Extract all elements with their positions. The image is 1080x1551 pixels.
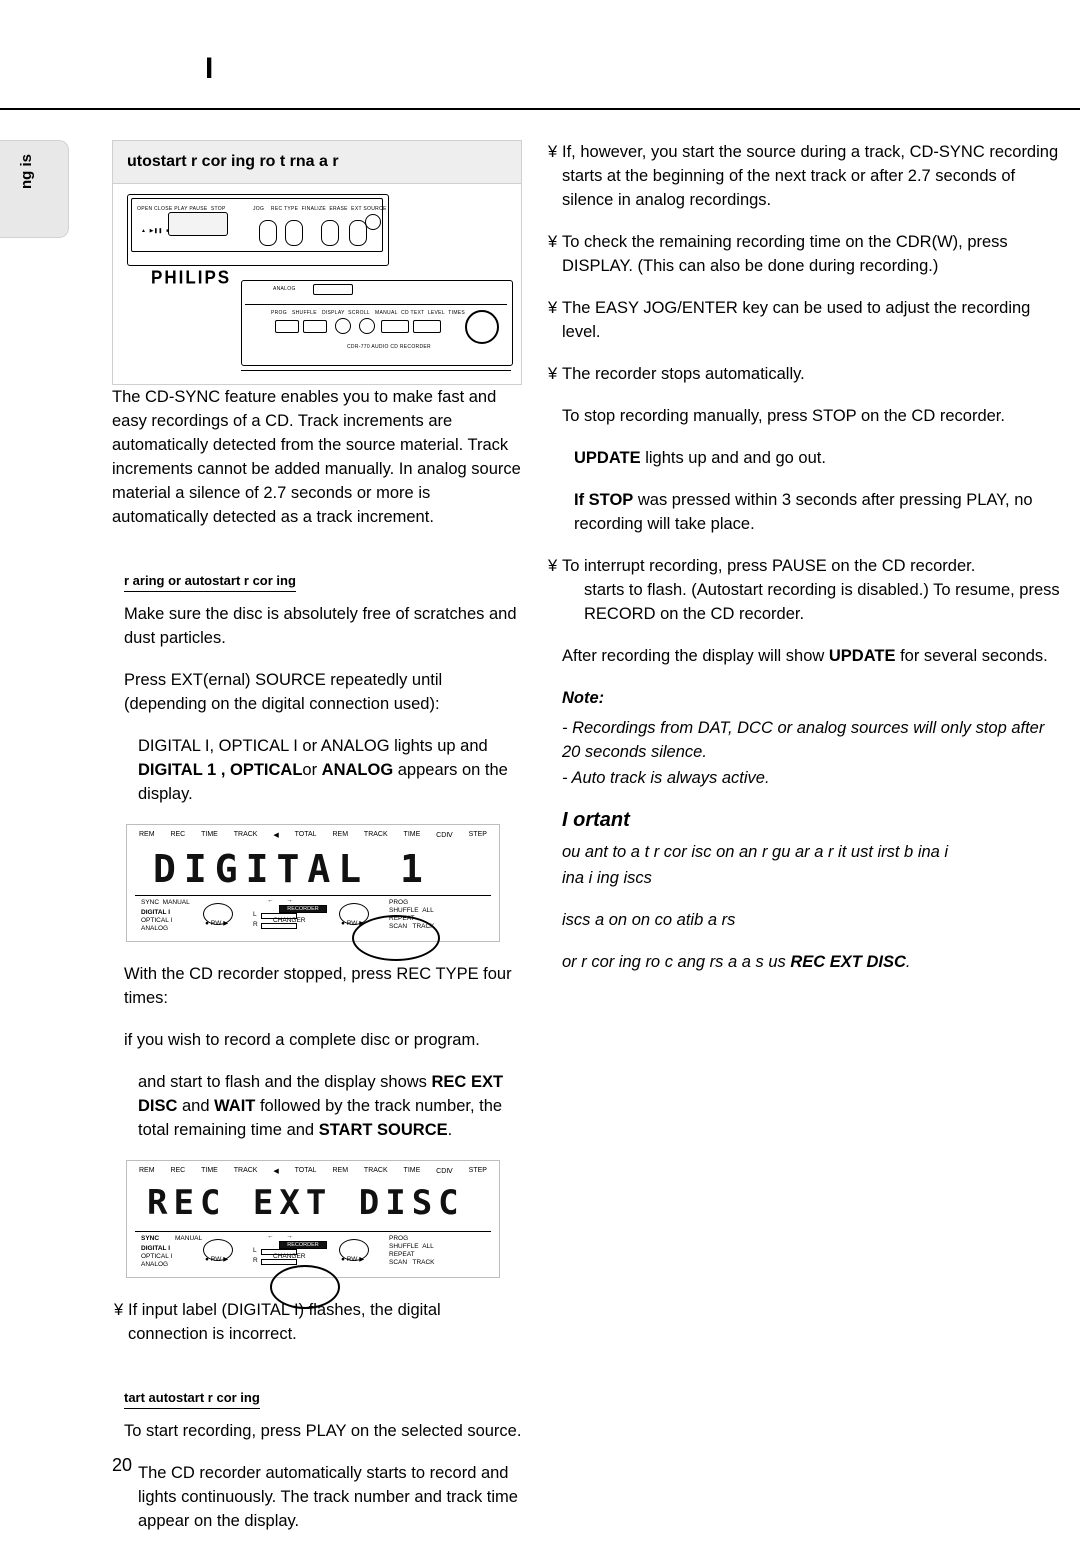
stop-recording-paragraph: To stop recording manually, press STOP o… <box>562 407 1005 425</box>
brand-logo: PHILIPS <box>151 267 232 288</box>
device-button-display <box>335 318 351 334</box>
prepare-paragraph-2: Press EXT(ernal) SOURCE repeatedly until… <box>124 671 443 713</box>
device-knob-1 <box>259 220 277 246</box>
annotation-ellipse-play <box>270 1265 340 1309</box>
stop-warning-paragraph: If STOP was pressed within 3 seconds aft… <box>574 488 1060 536</box>
device-knob-5 <box>365 214 381 230</box>
device-display-button <box>313 284 353 295</box>
important-line-2: ina i ing iscs <box>562 869 652 887</box>
manual-page: I ng is utostart r cor ing ro t rna a r … <box>0 0 1080 1530</box>
bullet-5-text-a: To interrupt recording, press PAUSE on t… <box>562 557 976 575</box>
bullet-3: The EASY JOG/ENTER key can be used to ad… <box>548 296 1060 344</box>
update-text-d: go out. <box>775 449 826 467</box>
important-line-4: or r cor ing ro c ang rs a a s us REC EX… <box>562 950 1060 974</box>
device-button-scroll <box>359 318 375 334</box>
bullet-5: To interrupt recording, press PAUSE on t… <box>548 554 1060 626</box>
stop-label: If STOP <box>574 491 634 509</box>
lcd1-divider <box>135 895 491 896</box>
prepare-paragraph-1: Make sure the disc is absolutely free of… <box>124 605 517 647</box>
device-disc-slot <box>168 212 228 236</box>
update-text-b: lights up and <box>640 449 739 467</box>
bullet-2: To check the remaining recording time on… <box>548 230 1060 278</box>
bullet-4: The recorder stops automatically. <box>548 362 1060 386</box>
update-text-c: and <box>743 449 771 467</box>
rec-p1: With the CD recorder stopped, press REC … <box>124 965 512 1007</box>
device-button-manual <box>381 320 409 333</box>
bullet-1: If, however, you start the source during… <box>548 140 1060 212</box>
rec-p3-b: start to flash and the display shows <box>170 1073 432 1091</box>
annotation-ellipse-rec-type <box>352 915 440 961</box>
note-1: - Recordings from DAT, DCC or analog sou… <box>562 719 1045 761</box>
important-heading: I ortant <box>562 809 630 831</box>
section-heading-autostart: utostart r cor ing ro t rna a r <box>112 140 522 184</box>
left-column: utostart r cor ing ro t rna a r OPEN CLO… <box>112 140 522 1551</box>
autostart-intro: The CD-SYNC feature enables you to make … <box>112 388 521 526</box>
rec-p3-h: START SOURCE <box>318 1121 448 1139</box>
prepare-paragraph-3: DIGITAL I, OPTICAL I or ANALOG lights up… <box>138 734 522 806</box>
subheading-start-autostart: tart autostart r cor ing <box>124 1390 260 1409</box>
side-tab-label: ng is <box>18 153 35 189</box>
device-button-shuffle <box>303 320 327 333</box>
rec-p3-e: and <box>177 1097 215 1115</box>
rec-type-paragraph: With the CD recorder stopped, press REC … <box>124 962 522 1010</box>
page-title: I <box>205 52 215 85</box>
stop-warning-text: was pressed within 3 seconds after press… <box>574 491 1033 533</box>
device-photo: OPEN CLOSE PLAY PAUSE STOP JOG REC TYPE … <box>112 184 522 385</box>
device-knob-2 <box>285 220 303 246</box>
rec-paragraph-2: if you wish to record a complete disc or… <box>124 1031 480 1049</box>
prepare-p3-a: DIGITAL I, OPTICAL I or ANALOG lights up… <box>138 737 488 755</box>
after-rec-b: UPDATE <box>828 647 896 665</box>
rec-p3-c: REC <box>431 1073 467 1091</box>
after-rec-a: After recording the display will show <box>562 647 829 665</box>
lcd2-divider <box>135 1231 491 1232</box>
lcd1-bottom: SYNC MANUAL DIGITAL I OPTICAL I ANALOG ●… <box>141 897 435 932</box>
device-button-prog <box>275 320 299 333</box>
device-button-cdtext <box>413 320 441 333</box>
start-paragraph-1: To start recording, press PLAY on the se… <box>124 1422 522 1440</box>
lcd-display-digital: REM REC TIME TRACK ◀ TOTAL REM TRACK TIME CDⅣ STEP… <box>126 824 500 942</box>
important-line-3: iscs a on on co atib a rs <box>562 911 736 929</box>
update-label: UPDATE <box>574 449 641 467</box>
important-line-4-c: . <box>905 953 911 971</box>
rec-p3-i: . <box>447 1121 453 1139</box>
subheading-preparing: r aring or autostart r cor ing <box>124 573 296 592</box>
lcd2-bottom: SYNC MANUAL DIGITAL I OPTICAL I ANALOG ●… <box>141 1233 435 1268</box>
lcd2-top-labels: REM REC TIME TRACK ◀ TOTAL REM TRACK TIME CDⅣ STEP <box>139 1167 487 1175</box>
lcd1-top-labels: REM REC TIME TRACK ◀ TOTAL REM TRACK TIME CDⅣ STEP <box>139 831 487 839</box>
prepare-p3-d: ANALOG <box>321 761 394 779</box>
prepare-p3-c: or <box>302 761 322 779</box>
start-paragraph-2: The CD recorder automatically starts to … <box>138 1464 518 1530</box>
header-divider <box>0 108 1080 110</box>
important-line-4-b: REC EXT DISC <box>790 953 906 971</box>
prepare-p3-b: DIGITAL 1 , OPTICAL <box>138 761 303 779</box>
right-column: If, however, you start the source during… <box>548 140 1060 992</box>
page-number: 20 <box>112 1455 133 1475</box>
device-jog-dial <box>465 310 499 344</box>
lcd2-segment-text: REC EXT DISC <box>147 1183 465 1223</box>
important-line-1: ou ant to a t r cor isc on an r gu ar a … <box>562 843 949 861</box>
side-tab: ng is <box>0 140 69 238</box>
note-2: - Auto track is always active. <box>562 769 770 787</box>
lcd-display-rec-ext-disc: REM REC TIME TRACK ◀ TOTAL REM TRACK TIME CDⅣ STEP… <box>126 1160 500 1278</box>
device-knob-3 <box>321 220 339 246</box>
rec-paragraph-3: and start to flash and the display shows… <box>138 1070 522 1142</box>
lcd1-segment-text: DIGITAL 1 <box>153 847 431 891</box>
rec-p3-f: WAIT <box>214 1097 256 1115</box>
after-rec-c: for several seconds. <box>895 647 1048 665</box>
rec-p3-a: and <box>138 1073 166 1091</box>
update-paragraph: UPDATE lights up and and go out. <box>574 446 1060 470</box>
after-recording-paragraph: After recording the display will show UP… <box>562 644 1060 668</box>
note-heading: Note: <box>562 689 605 707</box>
bullet-5-text-b: starts to flash. (Autostart recording is… <box>584 581 1060 623</box>
important-line-4-a: or r cor ing ro c ang rs a a s us <box>562 953 791 971</box>
